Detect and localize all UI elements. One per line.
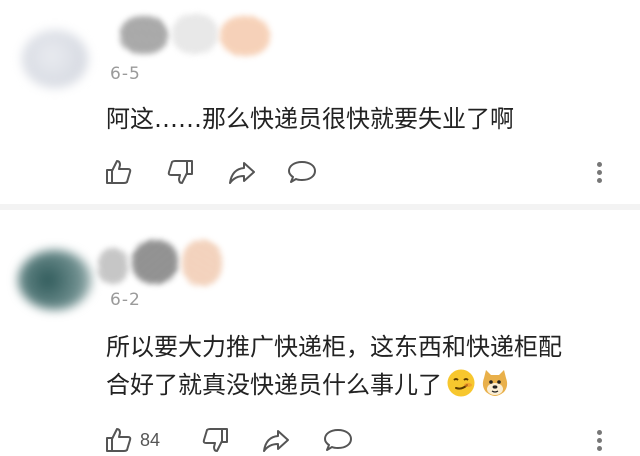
avatar[interactable] — [22, 30, 88, 88]
reply-icon — [288, 161, 316, 183]
more-icon[interactable] — [597, 159, 602, 186]
comment-date: 6-2 — [110, 290, 141, 310]
comment-text: 所以要大力推广快递柜，这东西和快递柜配 — [106, 333, 562, 361]
dislike-button[interactable] — [165, 156, 195, 188]
username[interactable] — [110, 10, 280, 60]
comment-item: 6-5 阿这……那么快递员很快就要失业了啊 — [0, 0, 640, 204]
like-count: 84 — [140, 429, 161, 450]
comment-text: 阿这……那么快递员很快就要失业了啊 — [106, 105, 514, 133]
thumb-up-icon — [106, 160, 132, 184]
share-button[interactable] — [260, 424, 292, 456]
comment-text-line: 合好了就真没快递员什么事儿了 — [106, 371, 442, 399]
thumb-up-icon — [106, 428, 132, 452]
comment-text: 合好了就真没快递员什么事儿了 — [106, 366, 510, 404]
thumb-down-icon — [202, 428, 228, 452]
reply-button[interactable] — [286, 156, 318, 188]
share-icon — [229, 162, 255, 184]
comment-date: 6-5 — [110, 64, 141, 84]
share-icon — [263, 430, 289, 452]
comment-item: 6-2 所以要大力推广快递柜，这东西和快递柜配 合好了就真没快递员什么事儿了 8… — [0, 210, 640, 454]
like-button[interactable]: 84 — [104, 424, 160, 456]
reply-button[interactable] — [322, 424, 354, 456]
dislike-button[interactable] — [200, 424, 230, 456]
share-button[interactable] — [226, 156, 258, 188]
smirk-emoji-icon — [447, 369, 475, 397]
reply-icon — [324, 429, 352, 451]
doge-emoji-icon — [482, 370, 508, 396]
more-icon[interactable] — [597, 427, 602, 454]
username[interactable] — [98, 234, 238, 294]
comment-actions: 84 — [100, 424, 620, 456]
comment-actions — [100, 156, 620, 188]
avatar[interactable] — [18, 250, 92, 310]
thumb-down-icon — [167, 160, 193, 184]
like-button[interactable] — [104, 156, 140, 188]
